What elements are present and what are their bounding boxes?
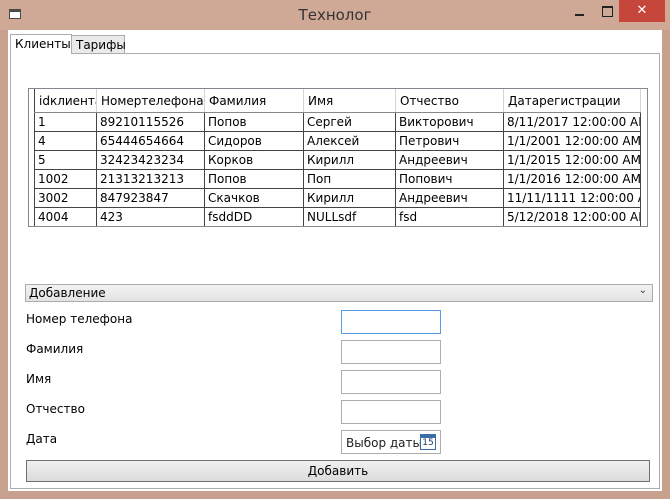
date-picker-placeholder: Выбор даты: [346, 436, 422, 450]
cell-name[interactable]: Сергей: [303, 112, 396, 132]
table-row[interactable]: 4004 423 fsddDD NULLsdf fsd 5/12/2018 12…: [34, 207, 641, 226]
column-header-name[interactable]: Имя: [303, 89, 396, 113]
phone-label: Номер телефона: [26, 312, 133, 326]
cell-patronymic[interactable]: Андреевич: [395, 150, 504, 170]
title-bar: Технолог ✕: [0, 0, 670, 30]
column-header-surname[interactable]: Фамилия: [204, 89, 304, 113]
cell-surname[interactable]: Попов: [204, 112, 304, 132]
add-button[interactable]: Добавить: [26, 460, 650, 482]
table-row[interactable]: 1 89210115526 Попов Сергей Викторович 8/…: [34, 112, 641, 132]
cell-patronymic[interactable]: fsd: [395, 207, 504, 226]
surname-label: Фамилия: [26, 342, 84, 356]
cell-patronymic[interactable]: Андреевич: [395, 188, 504, 208]
add-expander[interactable]: Добавление ⌄: [25, 284, 653, 302]
cell-registration-date[interactable]: 8/11/2017 12:00:00 AM: [503, 112, 641, 132]
close-button[interactable]: ✕: [619, 0, 665, 22]
grid-header-row: idклиента Номертелефона Фамилия Имя Отче…: [34, 89, 641, 113]
surname-input[interactable]: [341, 340, 441, 364]
cell-id[interactable]: 3002: [34, 188, 97, 208]
cell-id[interactable]: 5: [34, 150, 97, 170]
phone-input[interactable]: [341, 310, 441, 334]
cell-patronymic[interactable]: Попович: [395, 169, 504, 189]
cell-surname[interactable]: Попов: [204, 169, 304, 189]
maximize-button[interactable]: [594, 0, 620, 22]
window-content: Клиенты Тарифы idклиента Номертелефона Ф…: [8, 30, 662, 491]
cell-name[interactable]: Кирилл: [303, 188, 396, 208]
table-row[interactable]: 4 65444654664 Сидоров Алексей Петрович 1…: [34, 131, 641, 151]
column-header-phone[interactable]: Номертелефона: [96, 89, 205, 113]
date-label: Дата: [26, 432, 58, 446]
cell-name[interactable]: Кирилл: [303, 150, 396, 170]
cell-phone[interactable]: 65444654664: [96, 131, 205, 151]
tab-tariffs[interactable]: Тарифы: [71, 35, 126, 53]
cell-registration-date[interactable]: 5/12/2018 12:00:00 AM: [503, 207, 641, 226]
cell-registration-date[interactable]: 1/1/2016 12:00:00 AM: [503, 169, 641, 189]
maximize-icon: [601, 6, 613, 17]
cell-phone[interactable]: 89210115526: [96, 112, 205, 132]
close-icon: ✕: [636, 3, 648, 18]
add-expander-label: Добавление: [29, 286, 106, 300]
cell-phone[interactable]: 847923847: [96, 188, 205, 208]
table-row[interactable]: 5 32423423234 Корков Кирилл Андреевич 1/…: [34, 150, 641, 170]
cell-registration-date[interactable]: 11/11/1111 12:00:00 AM: [503, 188, 641, 208]
cell-name[interactable]: Поп: [303, 169, 396, 189]
column-header-registration-date[interactable]: Датарегистрации: [503, 89, 641, 113]
cell-registration-date[interactable]: 1/1/2015 12:00:00 AM: [503, 150, 641, 170]
minimize-button[interactable]: [566, 0, 592, 22]
patronymic-input[interactable]: [341, 400, 441, 424]
cell-id[interactable]: 4004: [34, 207, 97, 226]
minimize-icon: [574, 13, 584, 16]
cell-surname[interactable]: fsddDD: [204, 207, 304, 226]
patronymic-label: Отчество: [26, 402, 85, 416]
cell-id[interactable]: 4: [34, 131, 97, 151]
table-row[interactable]: 3002 847923847 Скачков Кирилл Андреевич …: [34, 188, 641, 208]
cell-surname[interactable]: Скачков: [204, 188, 304, 208]
clients-grid[interactable]: idклиента Номертелефона Фамилия Имя Отче…: [28, 88, 648, 227]
cell-phone[interactable]: 32423423234: [96, 150, 205, 170]
name-label: Имя: [26, 372, 52, 386]
cell-patronymic[interactable]: Викторович: [395, 112, 504, 132]
tab-panel-clients: idклиента Номертелефона Фамилия Имя Отче…: [10, 53, 660, 489]
chevron-down-icon: ⌄: [638, 285, 647, 296]
table-row[interactable]: 1002 21313213213 Попов Поп Попович 1/1/2…: [34, 169, 641, 189]
cell-name[interactable]: NULLsdf: [303, 207, 396, 226]
name-input[interactable]: [341, 370, 441, 394]
cell-id[interactable]: 1002: [34, 169, 97, 189]
cell-name[interactable]: Алексей: [303, 131, 396, 151]
cell-surname[interactable]: Корков: [204, 150, 304, 170]
cell-id[interactable]: 1: [34, 112, 97, 132]
cell-surname[interactable]: Сидоров: [204, 131, 304, 151]
tab-clients[interactable]: Клиенты: [10, 34, 72, 54]
date-picker[interactable]: Выбор даты 15: [341, 430, 441, 454]
column-header-id[interactable]: idклиента: [34, 89, 97, 113]
cell-registration-date[interactable]: 1/1/2001 12:00:00 AM: [503, 131, 641, 151]
cell-patronymic[interactable]: Петрович: [395, 131, 504, 151]
cell-phone[interactable]: 21313213213: [96, 169, 205, 189]
column-header-patronymic[interactable]: Отчество: [395, 89, 504, 113]
cell-phone[interactable]: 423: [96, 207, 205, 226]
calendar-icon[interactable]: 15: [420, 434, 436, 450]
